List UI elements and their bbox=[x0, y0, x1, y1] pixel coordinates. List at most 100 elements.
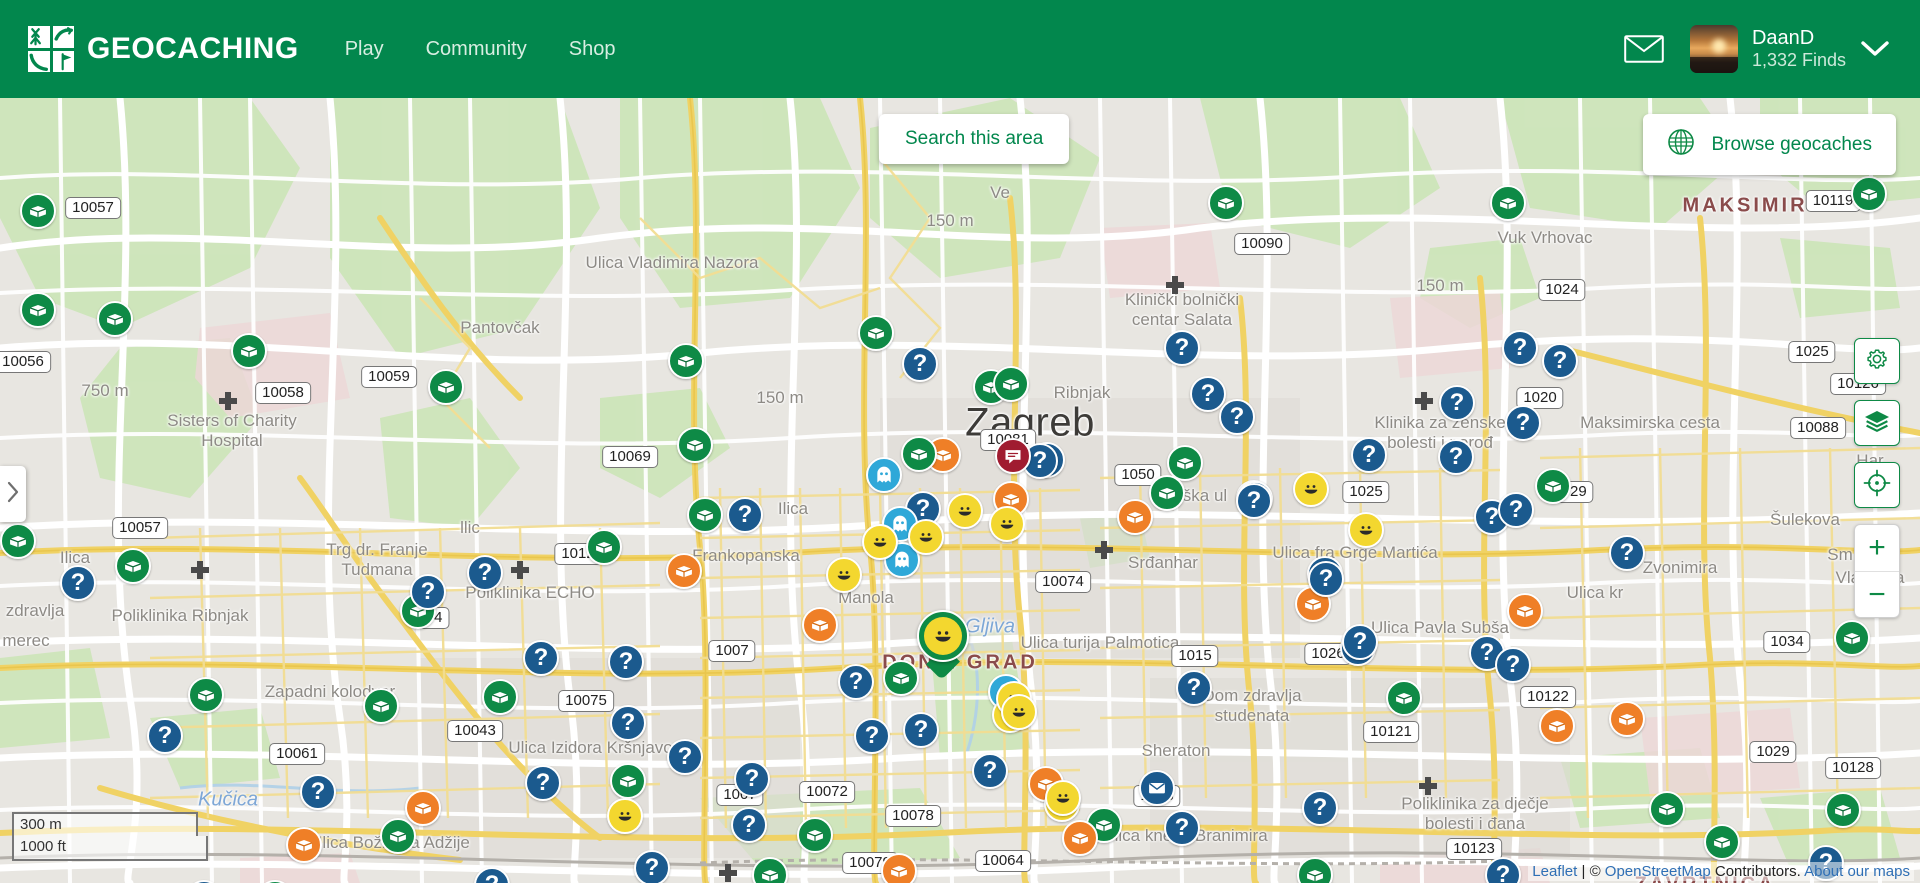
chevron-down-icon[interactable] bbox=[1860, 40, 1890, 58]
cache-marker[interactable] bbox=[1149, 475, 1185, 511]
cache-marker[interactable] bbox=[1117, 499, 1153, 535]
cache-marker[interactable] bbox=[1062, 820, 1098, 856]
cache-marker[interactable]: ? bbox=[903, 712, 939, 748]
cache-marker[interactable] bbox=[1208, 185, 1244, 221]
cache-marker[interactable]: ? bbox=[1342, 624, 1378, 660]
cache-marker[interactable] bbox=[20, 193, 56, 229]
cache-marker[interactable] bbox=[1851, 176, 1887, 212]
cache-marker[interactable]: ? bbox=[634, 850, 670, 883]
cache-marker[interactable]: ? bbox=[1498, 492, 1534, 528]
cache-marker[interactable]: ? bbox=[854, 718, 890, 754]
zoom-in-button[interactable]: + bbox=[1855, 525, 1899, 571]
cache-marker[interactable]: ? bbox=[1351, 437, 1387, 473]
cache-marker[interactable] bbox=[993, 366, 1029, 402]
cache-marker[interactable] bbox=[668, 343, 704, 379]
cache-marker[interactable] bbox=[995, 438, 1031, 474]
cache-marker[interactable]: ? bbox=[147, 718, 183, 754]
cache-marker[interactable] bbox=[1490, 185, 1526, 221]
cache-marker[interactable] bbox=[428, 369, 464, 405]
cache-marker[interactable]: ? bbox=[1439, 385, 1475, 421]
cache-marker[interactable]: ? bbox=[608, 644, 644, 680]
cache-marker[interactable] bbox=[188, 677, 224, 713]
cache-marker[interactable]: ? bbox=[1236, 483, 1272, 519]
cache-marker[interactable] bbox=[1001, 694, 1037, 730]
nav-item-community[interactable]: Community bbox=[424, 32, 529, 67]
cache-marker[interactable]: ? bbox=[1495, 647, 1531, 683]
zoom-out-button[interactable]: − bbox=[1855, 571, 1899, 617]
cache-marker[interactable] bbox=[1825, 792, 1861, 828]
map-settings-button[interactable] bbox=[1854, 338, 1900, 384]
cache-marker[interactable] bbox=[1535, 468, 1571, 504]
cache-marker[interactable]: ? bbox=[1164, 330, 1200, 366]
cache-marker[interactable]: ? bbox=[727, 497, 763, 533]
nav-item-shop[interactable]: Shop bbox=[567, 32, 618, 67]
map-locate-button[interactable] bbox=[1854, 462, 1900, 508]
cache-marker[interactable]: ? bbox=[523, 640, 559, 676]
cache-marker[interactable] bbox=[1539, 708, 1575, 744]
cache-marker[interactable] bbox=[97, 301, 133, 337]
cache-marker[interactable] bbox=[687, 497, 723, 533]
cache-marker[interactable] bbox=[405, 790, 441, 826]
cache-marker[interactable] bbox=[677, 427, 713, 463]
cache-marker[interactable] bbox=[380, 818, 416, 854]
cache-marker[interactable] bbox=[20, 292, 56, 328]
cache-marker[interactable] bbox=[286, 827, 322, 863]
cache-marker[interactable] bbox=[607, 798, 643, 834]
cache-marker[interactable] bbox=[858, 315, 894, 351]
cache-marker[interactable]: ? bbox=[467, 555, 503, 591]
cache-marker[interactable] bbox=[231, 333, 267, 369]
cache-marker[interactable]: ? bbox=[1308, 561, 1344, 597]
cache-marker[interactable]: ? bbox=[1502, 330, 1538, 366]
leaflet-link[interactable]: Leaflet bbox=[1532, 863, 1577, 880]
cache-marker[interactable]: ? bbox=[60, 565, 96, 601]
cache-marker[interactable]: ? bbox=[610, 705, 646, 741]
cache-marker[interactable] bbox=[666, 553, 702, 589]
cache-marker[interactable] bbox=[883, 660, 919, 696]
cache-marker[interactable] bbox=[1507, 593, 1543, 629]
cache-marker[interactable]: ? bbox=[300, 774, 336, 810]
cache-marker[interactable] bbox=[866, 457, 902, 493]
cache-marker[interactable] bbox=[901, 436, 937, 472]
cache-marker[interactable] bbox=[1139, 770, 1175, 806]
user-menu[interactable]: DaanD 1,332 Finds bbox=[1689, 25, 1890, 73]
about-our-maps-link[interactable]: About our maps bbox=[1804, 863, 1910, 880]
cache-marker[interactable] bbox=[1348, 512, 1384, 548]
cache-marker[interactable] bbox=[1386, 680, 1422, 716]
cache-marker[interactable]: ? bbox=[1609, 535, 1645, 571]
cache-marker[interactable]: ? bbox=[1164, 810, 1200, 846]
cache-marker[interactable]: ? bbox=[667, 739, 703, 775]
browse-geocaches-button[interactable]: Browse geocaches bbox=[1643, 114, 1896, 175]
map-layers-button[interactable] bbox=[1854, 400, 1900, 446]
cache-marker[interactable]: ? bbox=[1219, 399, 1255, 435]
cache-marker[interactable]: ? bbox=[734, 761, 770, 797]
cache-marker[interactable]: ? bbox=[410, 574, 446, 610]
cache-marker[interactable] bbox=[908, 519, 944, 555]
sidebar-expand-toggle[interactable] bbox=[0, 466, 26, 522]
cache-marker[interactable] bbox=[1293, 471, 1329, 507]
cache-marker[interactable] bbox=[363, 688, 399, 724]
cache-marker[interactable]: ? bbox=[731, 807, 767, 843]
cache-marker[interactable]: ? bbox=[902, 346, 938, 382]
cache-marker[interactable]: ? bbox=[1302, 790, 1338, 826]
cache-marker[interactable] bbox=[826, 557, 862, 593]
nav-item-play[interactable]: Play bbox=[343, 32, 386, 67]
cache-marker[interactable] bbox=[1045, 780, 1081, 816]
cache-marker[interactable]: ? bbox=[1542, 343, 1578, 379]
cache-marker[interactable]: ? bbox=[525, 765, 561, 801]
cache-marker[interactable] bbox=[862, 524, 898, 560]
cache-marker[interactable]: ? bbox=[1176, 670, 1212, 706]
cache-marker[interactable]: ? bbox=[1190, 376, 1226, 412]
cache-marker[interactable] bbox=[115, 548, 151, 584]
map-viewport[interactable]: ZagrebDONJI GRADMAKSIMIRZAVRTNICAGljivaK… bbox=[0, 98, 1920, 883]
cache-marker[interactable] bbox=[0, 523, 36, 559]
cache-marker[interactable] bbox=[1609, 701, 1645, 737]
cache-marker[interactable]: ? bbox=[972, 753, 1008, 789]
cache-marker[interactable] bbox=[881, 853, 917, 883]
brand[interactable]: GEOCACHING bbox=[28, 26, 299, 72]
cache-marker[interactable] bbox=[802, 607, 838, 643]
search-this-area-button[interactable]: Search this area bbox=[879, 114, 1070, 164]
cache-marker[interactable]: ? bbox=[1505, 405, 1541, 441]
cache-marker[interactable] bbox=[482, 679, 518, 715]
cache-marker[interactable]: ? bbox=[838, 664, 874, 700]
cache-marker[interactable] bbox=[989, 506, 1025, 542]
